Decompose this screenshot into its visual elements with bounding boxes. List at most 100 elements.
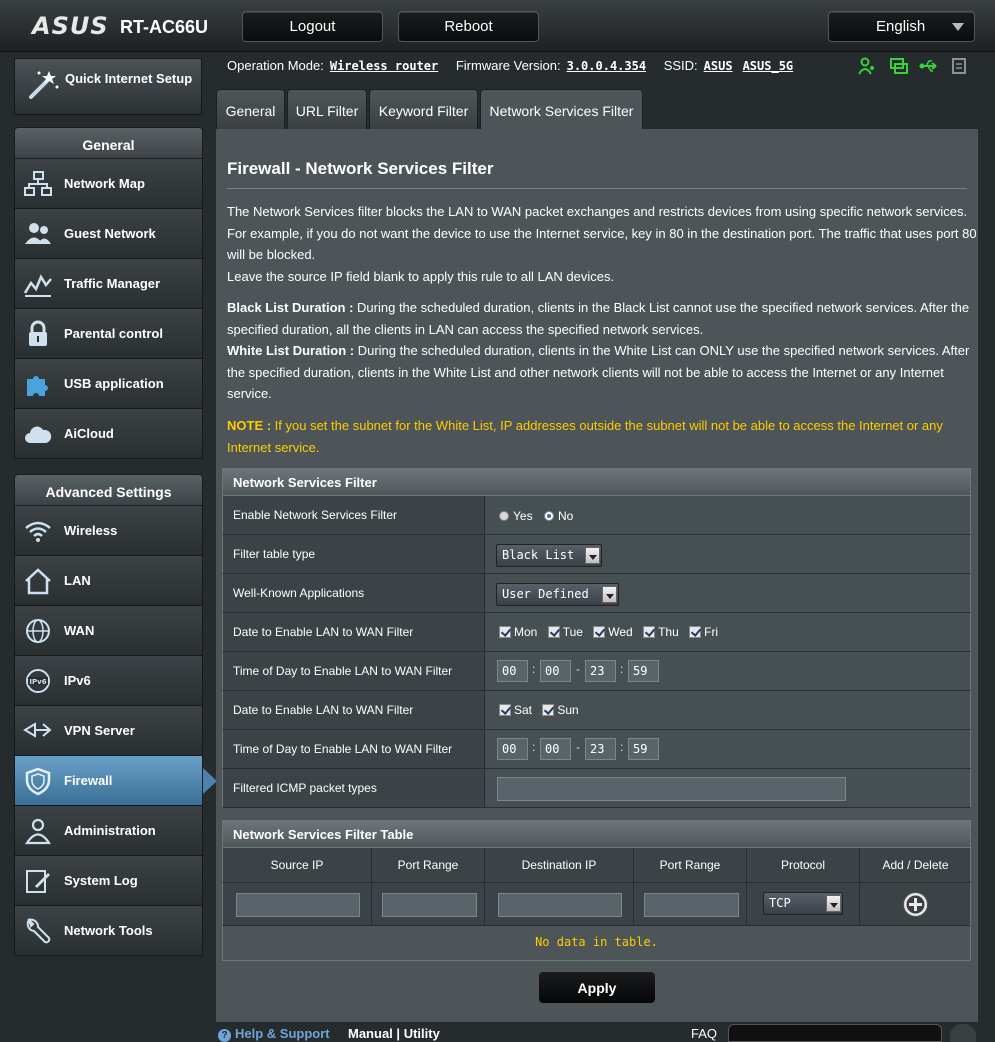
general-menu: General Network Map Guest Network Traffi… [14, 127, 203, 459]
quick-internet-setup-button[interactable]: Quick Internet Setup [14, 58, 202, 115]
operation-mode-link[interactable]: Wireless router [330, 59, 438, 73]
globe-icon [26, 619, 50, 643]
weekend-end-hour-input[interactable]: 23 [585, 738, 616, 760]
day-label: Tue [562, 625, 583, 639]
sidebar-item-administration[interactable]: Administration [14, 806, 203, 856]
time-dash: - [576, 740, 580, 754]
clients-icon[interactable] [857, 56, 877, 76]
weekend-start-minute-input[interactable]: 00 [540, 738, 571, 760]
model-name: RT-AC66U [120, 17, 209, 37]
weekday-start-hour-input[interactable]: 00 [497, 660, 528, 682]
sidebar-item-wireless[interactable]: Wireless [14, 506, 203, 556]
column-protocol: Protocol [747, 848, 860, 882]
source-ip-input[interactable] [236, 893, 360, 917]
time-colon: : [532, 740, 536, 754]
day-label: Fri [704, 625, 719, 639]
filter-table-input-row: TCP [222, 883, 971, 926]
tab-general[interactable]: General [216, 89, 285, 130]
weekday-time-label: Time of Day to Enable LAN to WAN Filter [223, 652, 485, 690]
sidebar-item-network-tools[interactable]: Network Tools [14, 906, 203, 956]
enable-no-radio[interactable]: No [544, 509, 573, 523]
help-support-link[interactable]: ? Help & Support [218, 1026, 330, 1042]
search-icon[interactable] [950, 1024, 976, 1042]
printer-icon[interactable] [949, 56, 969, 76]
destination-ip-input[interactable] [498, 893, 622, 917]
sidebar-item-system-log[interactable]: System Log [14, 856, 203, 906]
destination-port-range-input[interactable] [644, 893, 739, 917]
reboot-button[interactable]: Reboot [398, 11, 539, 42]
firmware-label: Firmware Version: [455, 58, 561, 73]
weekend-date-row: Date to Enable LAN to WAN Filter Sat Sun [222, 691, 971, 730]
sidebar-item-label: Parental control [64, 326, 163, 341]
weekday-end-minute-input[interactable]: 59 [628, 660, 659, 682]
weekday-start-minute-input[interactable]: 00 [540, 660, 571, 682]
apply-button[interactable]: Apply [538, 971, 656, 1004]
enable-yes-radio[interactable]: Yes [499, 509, 533, 523]
day-label: Sun [557, 703, 579, 717]
weekend-end-minute-input[interactable]: 59 [628, 738, 659, 760]
tab-url-filter[interactable]: URL Filter [287, 89, 367, 130]
sidebar-item-traffic-manager[interactable]: Traffic Manager [14, 259, 203, 309]
filter-table-header: Network Services Filter Table [222, 820, 971, 848]
sidebar-item-label: USB application [64, 376, 164, 391]
column-destination-ip: Destination IP [485, 848, 634, 882]
checkbox-sat[interactable]: Sat [499, 703, 532, 717]
weekend-start-hour-input[interactable]: 00 [497, 738, 528, 760]
weekday-end-hour-input[interactable]: 23 [585, 660, 616, 682]
sidebar-item-firewall[interactable]: Firewall [14, 756, 217, 806]
sidebar-item-aicloud[interactable]: AiCloud [14, 409, 203, 459]
sidebar-item-vpn-server[interactable]: VPN Server [14, 706, 203, 756]
sidebar-item-network-map[interactable]: Network Map [14, 159, 203, 209]
svg-text:IPv6: IPv6 [29, 678, 46, 686]
language-select[interactable]: English [828, 11, 975, 42]
weekday-date-row: Date to Enable LAN to WAN Filter Mon Tue… [222, 613, 971, 652]
checkbox-wed[interactable]: Wed [593, 625, 633, 639]
checkbox-fri[interactable]: Fri [689, 625, 718, 639]
protocol-select[interactable]: TCP [763, 892, 843, 915]
description-paragraph-2: Leave the source IP field blank to apply… [227, 268, 615, 284]
ssid-2g-link[interactable]: ASUS [704, 59, 733, 73]
advanced-settings-title: Advanced Settings [14, 474, 203, 506]
ssid-5g-link[interactable]: ASUS_5G [743, 59, 794, 73]
enable-filter-row: Enable Network Services Filter Yes No [222, 496, 971, 535]
usb-icon[interactable] [919, 56, 939, 76]
faq-search-input[interactable] [728, 1024, 942, 1042]
chevron-down-icon [952, 23, 964, 31]
weekday-time-row: Time of Day to Enable LAN to WAN Filter … [222, 652, 971, 691]
weekend-date-label: Date to Enable LAN to WAN Filter [223, 691, 485, 729]
sidebar-item-lan[interactable]: LAN [14, 556, 203, 606]
title-divider [227, 188, 967, 189]
magic-wand-icon [29, 71, 59, 99]
time-colon: : [620, 740, 624, 754]
sidebar-item-wan[interactable]: WAN [14, 606, 203, 656]
description-paragraph-1: The Network Services filter blocks the L… [227, 204, 977, 262]
checkbox-tue[interactable]: Tue [547, 625, 583, 639]
logout-button[interactable]: Logout [242, 11, 383, 42]
advanced-settings-menu: Advanced Settings Wireless LAN WAN IPv6 … [14, 474, 217, 956]
checkbox-sun[interactable]: Sun [542, 703, 579, 717]
network-map-icon [24, 171, 52, 196]
icmp-types-label: Filtered ICMP packet types [223, 769, 485, 807]
firmware-version-link[interactable]: 3.0.0.4.354 [567, 59, 646, 73]
network-status-icon[interactable] [889, 56, 909, 76]
checkbox-thu[interactable]: Thu [643, 625, 679, 639]
help-icon: ? [218, 1029, 231, 1042]
checkbox-checked-icon [499, 626, 511, 638]
sidebar-item-parental-control[interactable]: Parental control [14, 309, 203, 359]
sidebar-item-guest-network[interactable]: Guest Network [14, 209, 203, 259]
source-port-range-input[interactable] [382, 893, 477, 917]
icmp-types-row: Filtered ICMP packet types [222, 769, 971, 808]
sidebar-item-ipv6[interactable]: IPv6 IPv6 [14, 656, 203, 706]
sidebar-item-label: VPN Server [64, 723, 135, 738]
icmp-types-input[interactable] [497, 777, 846, 801]
sidebar-item-label: System Log [64, 873, 138, 888]
filter-table-type-select[interactable]: Black List [496, 544, 602, 567]
add-icon[interactable] [902, 891, 929, 918]
enable-no-label: No [558, 509, 574, 523]
sidebar-item-usb-application[interactable]: USB application [14, 359, 203, 409]
status-icons [857, 56, 972, 78]
tab-keyword-filter[interactable]: Keyword Filter [369, 89, 478, 130]
checkbox-mon[interactable]: Mon [499, 625, 537, 639]
well-known-apps-select[interactable]: User Defined [496, 583, 619, 606]
tab-network-services-filter[interactable]: Network Services Filter [480, 89, 643, 131]
